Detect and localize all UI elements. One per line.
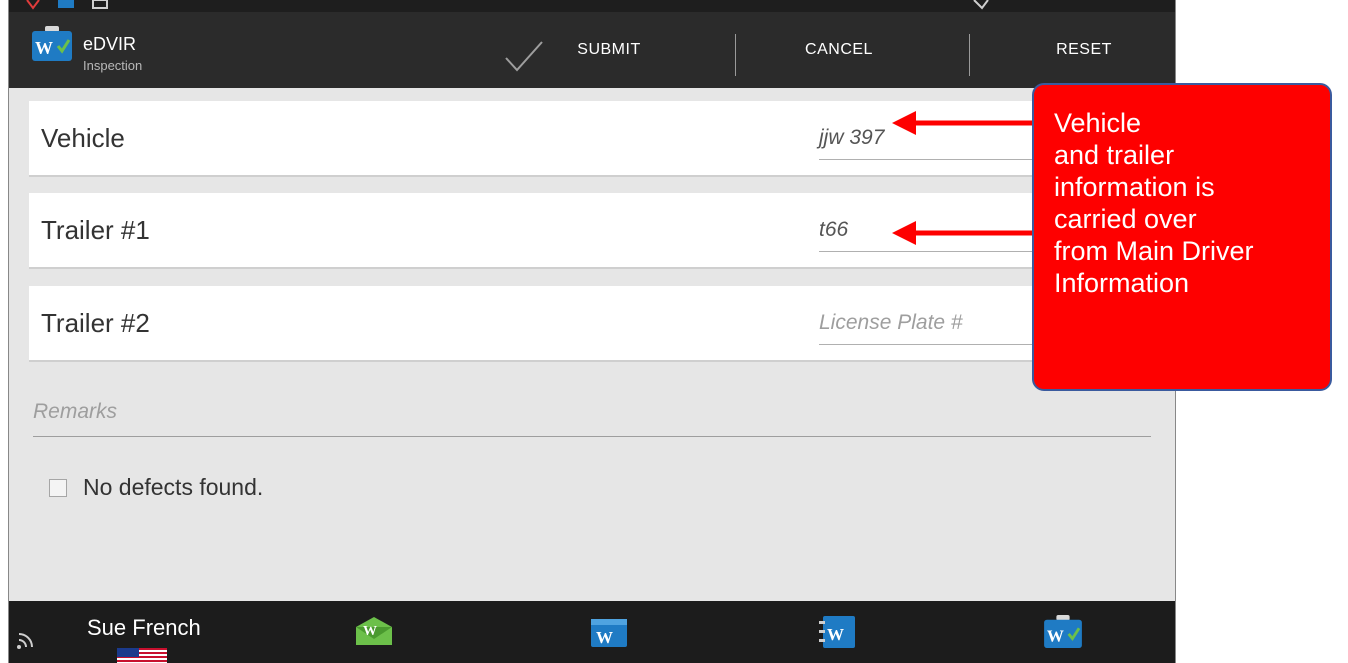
trailer-2-row: Trailer #2 License Plate #	[29, 286, 1169, 362]
trailer-2-input[interactable]: License Plate #	[819, 302, 1039, 345]
remarks-input[interactable]: Remarks	[33, 400, 1151, 437]
messages-icon[interactable]: W	[354, 615, 394, 649]
dvir-icon[interactable]: W	[1043, 615, 1083, 649]
status-bar	[9, 0, 1175, 12]
annotation-callout: Vehicle and trailer information is carri…	[1032, 83, 1332, 391]
vehicle-arrow	[892, 111, 1038, 135]
flag-icon	[117, 648, 167, 663]
svg-text:W: W	[363, 624, 377, 639]
logbook-icon[interactable]: W	[817, 615, 857, 649]
vehicle-label: Vehicle	[41, 123, 125, 153]
trailer-2-label: Trailer #2	[41, 308, 150, 338]
hos-icon[interactable]: W	[589, 615, 629, 649]
trailer-1-label: Trailer #1	[41, 215, 150, 245]
check-icon[interactable]	[504, 40, 544, 72]
svg-text:W: W	[1047, 626, 1064, 645]
trailer-arrow	[892, 221, 1038, 245]
wifi-icon	[17, 633, 33, 649]
svg-text:W: W	[827, 625, 844, 644]
reset-button[interactable]: RESET	[1019, 12, 1149, 88]
app-logo-icon: W	[32, 26, 72, 61]
signal-icon	[973, 0, 989, 10]
driver-name[interactable]: Sue French	[87, 615, 201, 641]
submit-button[interactable]: SUBMIT	[549, 12, 669, 88]
cancel-button[interactable]: CANCEL	[769, 12, 909, 88]
no-defects-checkbox[interactable]	[49, 479, 67, 497]
bottom-bar: Sue French W W W W	[9, 601, 1175, 663]
svg-text:W: W	[596, 628, 613, 647]
app-notification-icon	[58, 0, 74, 8]
divider	[969, 34, 970, 76]
action-bar: W eDVIR Inspection SUBMIT CANCEL RESET	[9, 12, 1175, 88]
device-screen: W eDVIR Inspection SUBMIT CANCEL RESET V…	[8, 0, 1176, 663]
app-subtitle: Inspection	[83, 58, 143, 73]
divider	[735, 34, 736, 76]
notification-icon	[26, 0, 40, 10]
no-defects-label: No defects found.	[83, 474, 264, 500]
app-title: eDVIR	[83, 34, 137, 54]
screenshot-icon	[92, 0, 108, 9]
svg-text:W: W	[35, 38, 53, 58]
